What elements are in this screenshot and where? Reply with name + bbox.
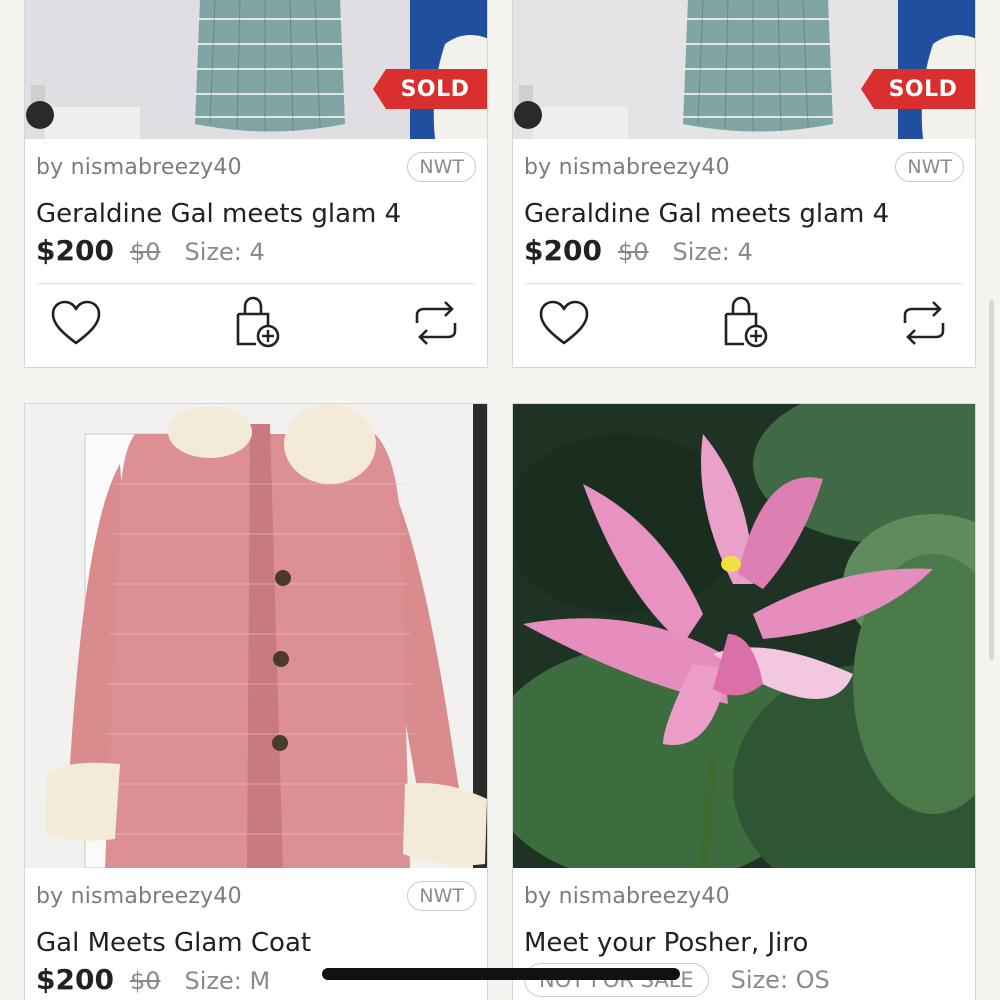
- listing-image[interactable]: SOLD: [25, 0, 487, 139]
- share-button[interactable]: [897, 296, 951, 350]
- listing-card[interactable]: SOLD by nismabreezy40 NWT Geraldine Gal …: [512, 0, 976, 368]
- heart-icon: [539, 300, 589, 345]
- bag-add-icon: [724, 296, 768, 348]
- heart-icon: [51, 300, 101, 345]
- condition-badge: NWT: [407, 881, 476, 911]
- sold-ribbon: SOLD: [373, 69, 487, 109]
- home-indicator[interactable]: [322, 968, 680, 980]
- add-to-bundle-button[interactable]: [717, 296, 771, 350]
- original-price: $0: [617, 238, 649, 266]
- original-price: $0: [129, 238, 161, 266]
- listing-card[interactable]: SOLD by nismabreezy40 NWT Geraldine Gal …: [24, 0, 488, 368]
- listing-title[interactable]: Meet your Posher, Jiro: [524, 924, 964, 962]
- bag-add-icon: [236, 296, 280, 348]
- listing-size: Size: 4: [184, 238, 265, 266]
- listing-image[interactable]: [513, 404, 975, 868]
- listing-title[interactable]: Geraldine Gal meets glam 4: [524, 195, 964, 233]
- sold-ribbon: SOLD: [861, 69, 975, 109]
- listing-feed: SOLD by nismabreezy40 NWT Geraldine Gal …: [0, 0, 1000, 1000]
- scroll-indicator[interactable]: [989, 300, 994, 660]
- listing-price: $200: [36, 234, 114, 267]
- listing-price: $200: [524, 234, 602, 267]
- seller-link[interactable]: by nismabreezy40: [524, 884, 730, 909]
- listing-card[interactable]: by nismabreezy40 NWT Gal Meets Glam Coat…: [24, 403, 488, 1000]
- condition-badge: NWT: [895, 152, 964, 182]
- listing-title[interactable]: Gal Meets Glam Coat: [36, 924, 476, 962]
- listing-size: Size: M: [184, 967, 271, 995]
- share-repost-icon: [415, 301, 457, 345]
- add-to-bundle-button[interactable]: [229, 296, 283, 350]
- seller-link[interactable]: by nismabreezy40: [524, 155, 730, 180]
- listing-size: Size: 4: [672, 238, 753, 266]
- listing-image[interactable]: [25, 404, 487, 868]
- share-button[interactable]: [409, 296, 463, 350]
- listing-image[interactable]: SOLD: [513, 0, 975, 139]
- share-repost-icon: [903, 301, 945, 345]
- listing-size: Size: OS: [730, 966, 830, 994]
- coat-photo: [25, 404, 487, 868]
- listing-card[interactable]: by nismabreezy40 Meet your Posher, Jiro …: [512, 403, 976, 1000]
- original-price: $0: [129, 967, 161, 995]
- like-button[interactable]: [49, 296, 103, 350]
- seller-link[interactable]: by nismabreezy40: [36, 884, 242, 909]
- seller-link[interactable]: by nismabreezy40: [36, 155, 242, 180]
- listing-title[interactable]: Geraldine Gal meets glam 4: [36, 195, 476, 233]
- condition-badge: NWT: [407, 152, 476, 182]
- like-button[interactable]: [537, 296, 591, 350]
- lotus-photo: [513, 404, 975, 868]
- listing-price: $200: [36, 963, 114, 996]
